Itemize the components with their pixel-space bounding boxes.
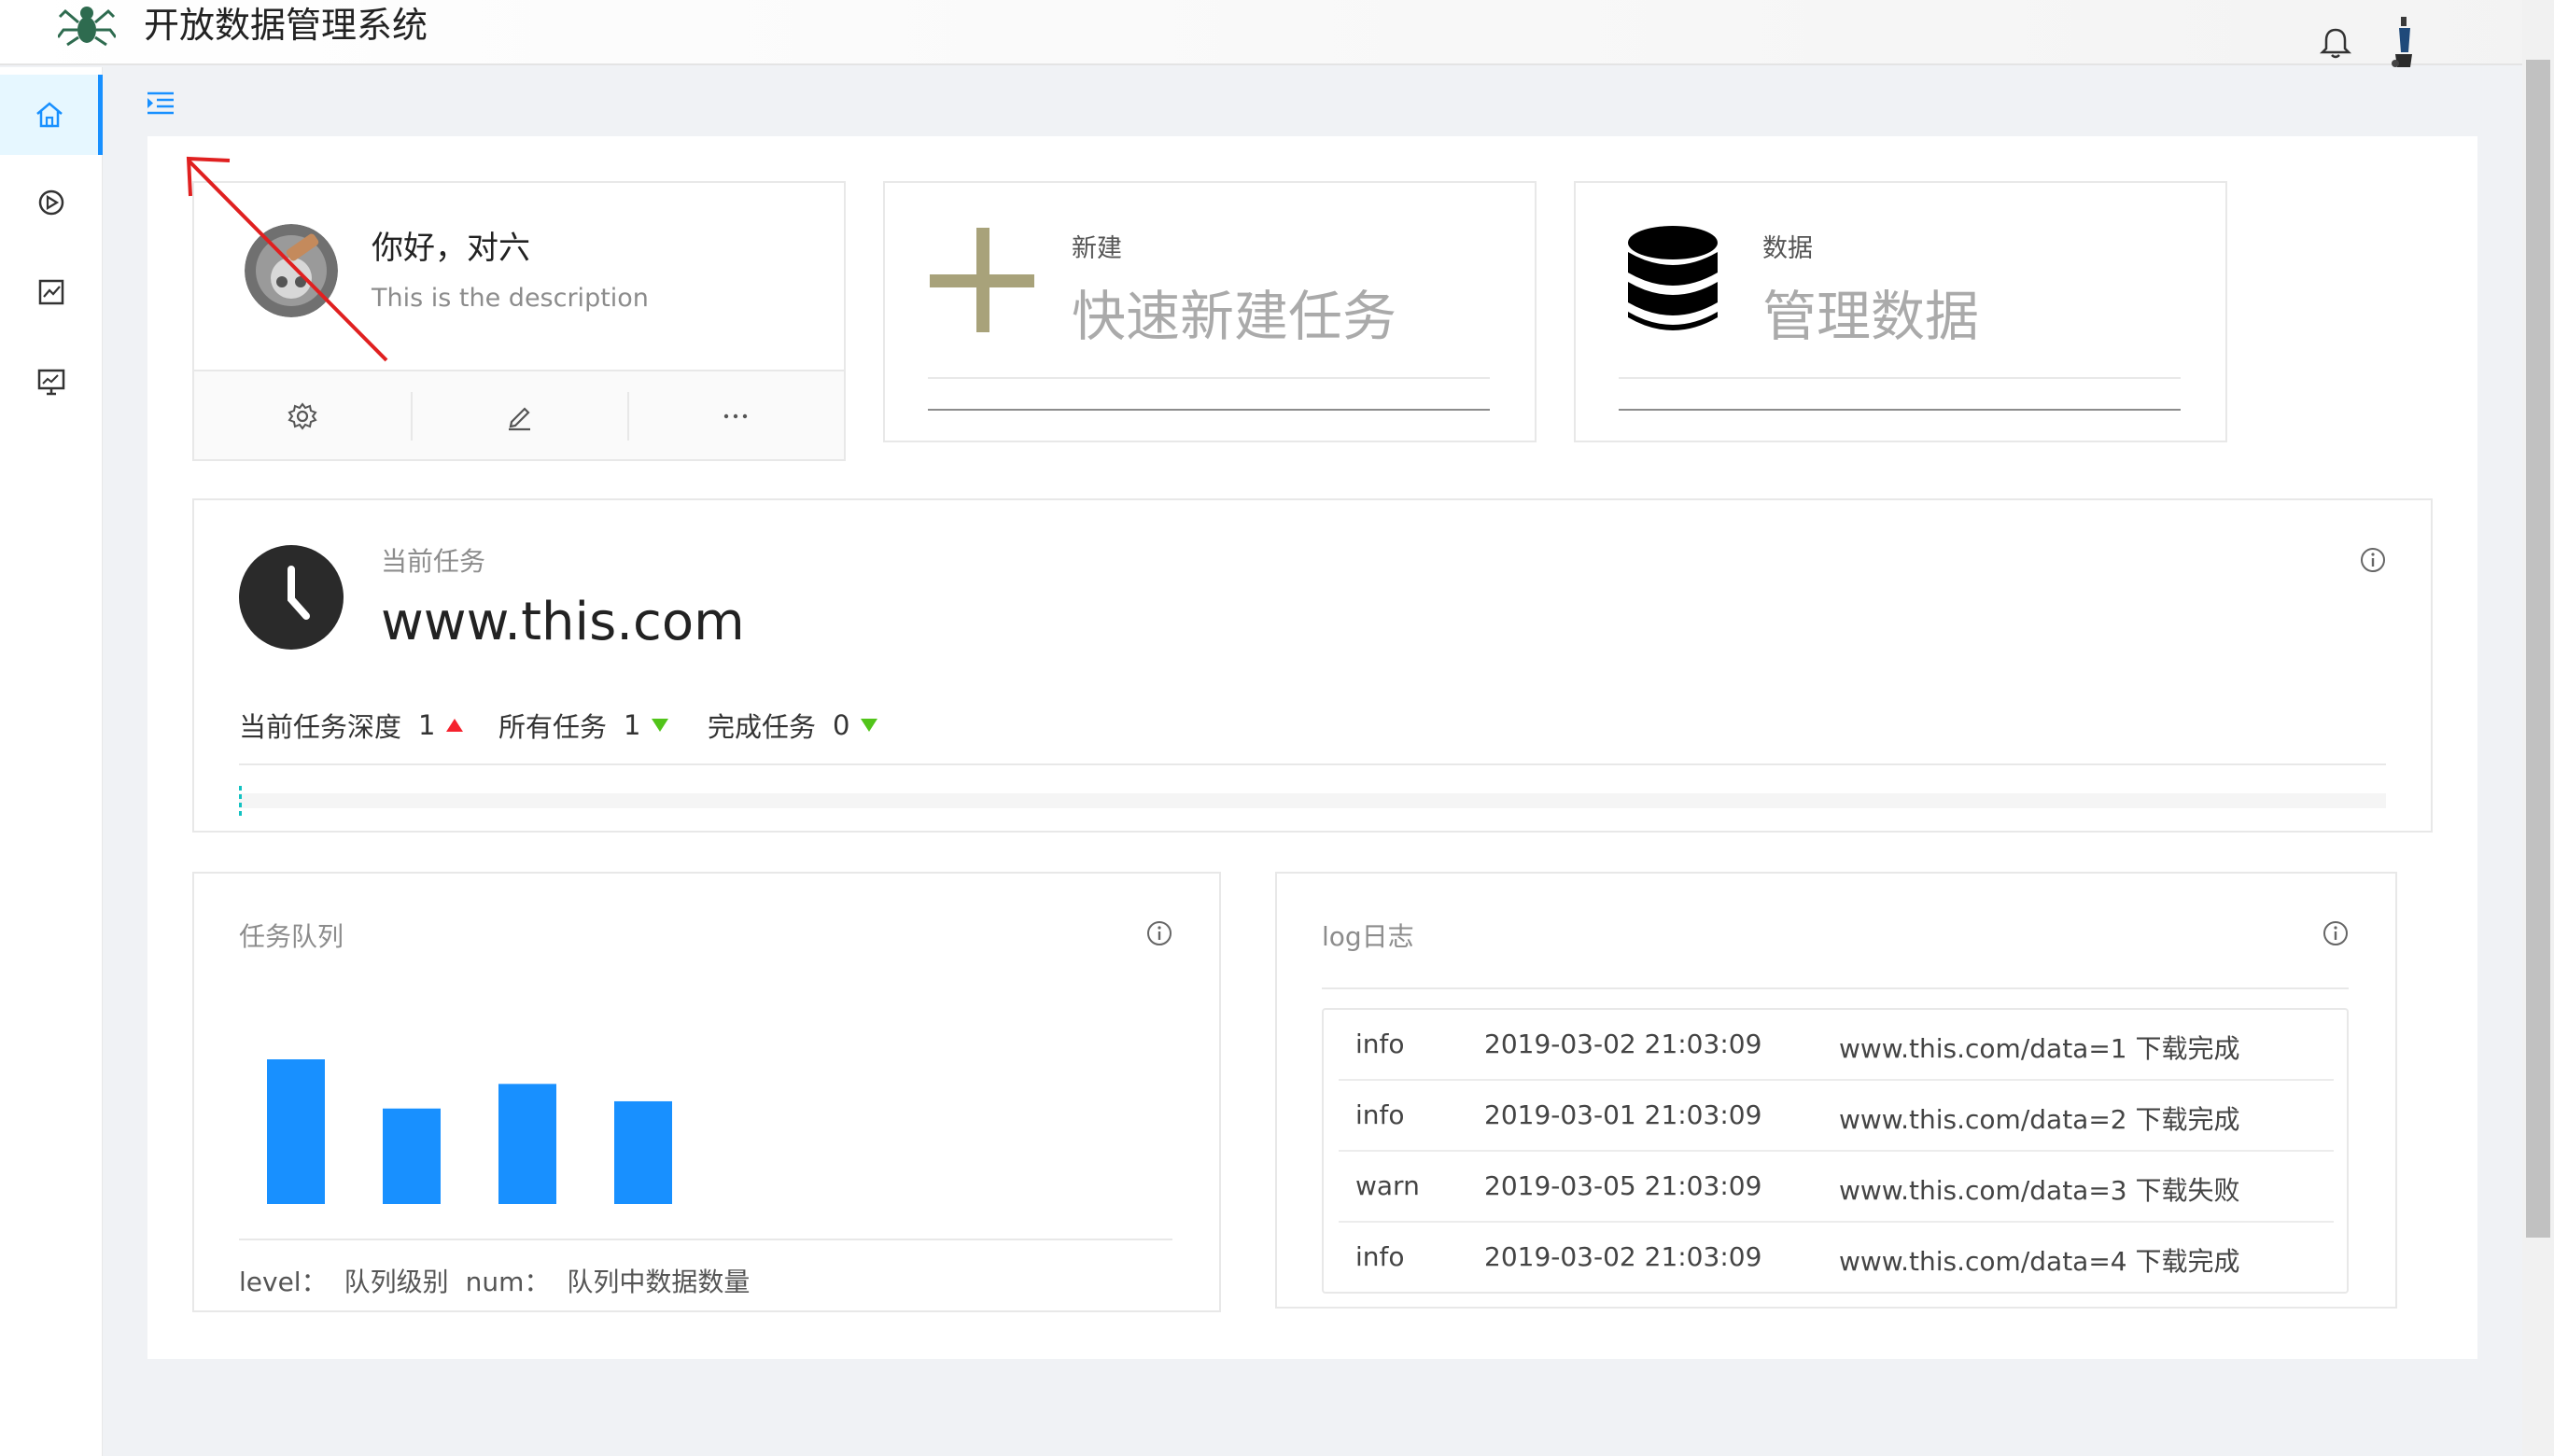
- queue-bar-chart: [239, 1059, 1172, 1240]
- legend-num-key: num：: [465, 1267, 551, 1297]
- divider: [1619, 377, 2181, 379]
- log-time: 2019-03-01 21:03:09: [1484, 1099, 1762, 1130]
- chart-box-icon: [38, 279, 64, 305]
- legend-level-key: level：: [239, 1267, 328, 1297]
- task-progress-bar: [239, 786, 2386, 816]
- progress-marker: [239, 786, 242, 816]
- sidebar-item-data[interactable]: [0, 252, 103, 332]
- table-row[interactable]: warn 2019-03-05 21:03:09 www.this.com/da…: [1339, 1152, 2334, 1223]
- user-avatar-icon[interactable]: [2382, 13, 2427, 69]
- sidebar-item-monitor[interactable]: [0, 342, 103, 422]
- log-time: 2019-03-02 21:03:09: [1484, 1241, 1762, 1272]
- divider: [1619, 409, 2181, 411]
- greeting-text: 你好，对六: [372, 230, 530, 267]
- info-circle-icon[interactable]: [1144, 918, 1174, 948]
- settings-button[interactable]: [194, 371, 411, 461]
- spider-logo-icon: [58, 7, 116, 47]
- log-message: www.this.com/data=2 下载完成: [1839, 1104, 2240, 1135]
- log-message: www.this.com/data=4 下载完成: [1839, 1246, 2240, 1277]
- table-row[interactable]: info 2019-03-01 21:03:09 www.this.com/da…: [1339, 1081, 2334, 1152]
- quick-new-label: 新建: [1072, 234, 1122, 263]
- queue-legend: level： 队列级别 num： 队列中数据数量: [239, 1262, 766, 1299]
- play-circle-icon: [38, 189, 64, 216]
- setting-icon: [288, 402, 317, 430]
- log-table: info 2019-03-02 21:03:09 www.this.com/da…: [1322, 1008, 2349, 1294]
- stat-label: 当前任务深度: [239, 711, 402, 743]
- log-message: www.this.com/data=1 下载完成: [1839, 1033, 2240, 1064]
- stat-label: 完成任务: [708, 711, 817, 743]
- stat-value: 1: [418, 709, 436, 741]
- stat-value: 0: [833, 709, 850, 741]
- edit-button[interactable]: [411, 371, 627, 461]
- stat-all-tasks: 所有任务 1: [498, 706, 669, 745]
- log-title: log日志: [1322, 921, 1414, 952]
- legend-num-value: 队列中数据数量: [567, 1267, 751, 1297]
- user-avatar-image: [245, 224, 338, 317]
- quick-new-title[interactable]: 快速新建任务: [1072, 273, 1396, 351]
- stat-label: 所有任务: [498, 711, 608, 743]
- divider: [239, 763, 2386, 765]
- bell-icon[interactable]: [2317, 24, 2354, 62]
- log-message: www.this.com/data=3 下载失败: [1839, 1175, 2240, 1206]
- log-level: info: [1355, 1241, 1405, 1272]
- edit-icon: [509, 407, 530, 431]
- sidebar: [0, 67, 103, 1456]
- log-level: warn: [1355, 1170, 1420, 1201]
- legend-level-value: 队列级别: [344, 1267, 449, 1297]
- more-button[interactable]: [627, 371, 844, 461]
- stat-value: 1: [624, 709, 641, 741]
- log-level: info: [1355, 1029, 1405, 1059]
- stat-completed-tasks: 完成任务 0: [708, 706, 878, 745]
- user-description: This is the description: [372, 284, 649, 313]
- current-task-url: www.this.com: [381, 592, 745, 652]
- divider: [928, 409, 1490, 411]
- divider: [1322, 987, 2349, 989]
- current-task-label: 当前任务: [381, 546, 486, 577]
- caret-up-icon: [446, 719, 464, 732]
- log-level: info: [1355, 1099, 1405, 1130]
- divider: [928, 377, 1490, 379]
- queue-bar[interactable]: [614, 1100, 672, 1204]
- info-circle-icon[interactable]: [2321, 918, 2351, 948]
- menu-fold-icon[interactable]: [142, 86, 179, 119]
- screen-chart-icon: [37, 369, 65, 396]
- home-icon: [35, 102, 63, 128]
- log-time: 2019-03-02 21:03:09: [1484, 1029, 1762, 1059]
- table-row[interactable]: info 2019-03-02 21:03:09 www.this.com/da…: [1339, 1010, 2334, 1081]
- ellipsis-icon: [723, 413, 748, 419]
- top-header: 开放数据管理系统: [0, 0, 2554, 67]
- quick-data-title[interactable]: 管理数据: [1762, 273, 1979, 351]
- avatar: [245, 224, 338, 317]
- app-title: 开放数据管理系统: [144, 5, 428, 46]
- sidebar-item-home[interactable]: [0, 75, 103, 155]
- table-row[interactable]: info 2019-03-02 21:03:09 www.this.com/da…: [1339, 1223, 2334, 1294]
- queue-title: 任务队列: [239, 921, 344, 952]
- queue-bar[interactable]: [267, 1059, 325, 1204]
- clock-icon: [239, 545, 344, 650]
- user-card-actions: [194, 370, 844, 459]
- log-time: 2019-03-05 21:03:09: [1484, 1170, 1762, 1201]
- plus-icon: [930, 228, 1034, 332]
- scrollbar-thumb[interactable]: [2526, 60, 2550, 1238]
- caret-down-icon: [861, 719, 878, 732]
- queue-bar[interactable]: [383, 1108, 441, 1204]
- current-task-card: [192, 498, 2433, 833]
- info-circle-icon[interactable]: [2358, 545, 2388, 575]
- quick-data-label: 数据: [1762, 234, 1813, 263]
- database-icon: [1628, 226, 1718, 330]
- stat-current-depth: 当前任务深度 1: [239, 706, 464, 745]
- queue-bar[interactable]: [498, 1084, 556, 1204]
- sidebar-item-tasks[interactable]: [0, 162, 103, 243]
- caret-down-icon: [652, 719, 669, 732]
